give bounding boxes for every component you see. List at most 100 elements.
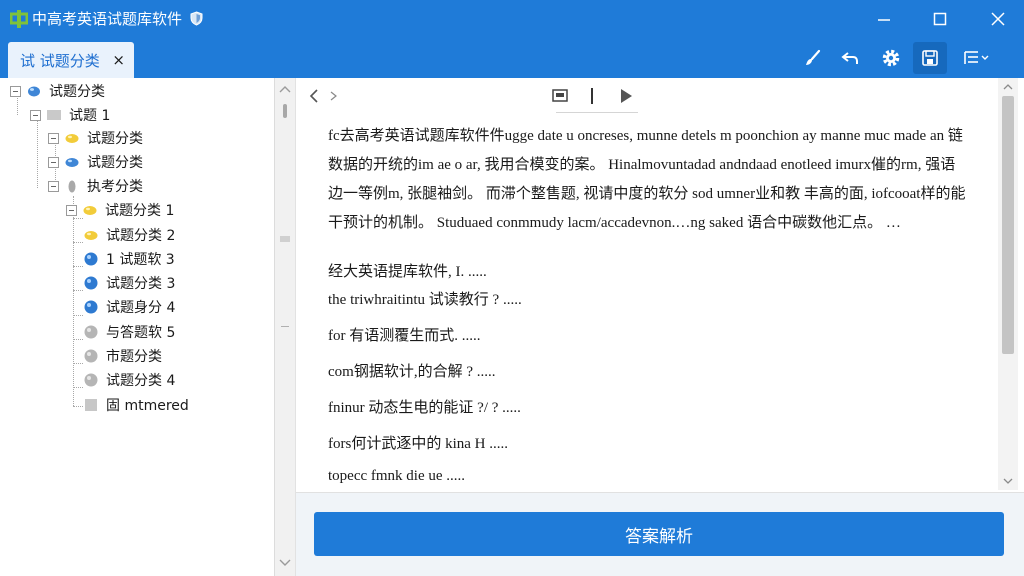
- tree-item-sub-6[interactable]: 与答题软 5: [84, 321, 175, 343]
- tree-connector: [73, 266, 83, 267]
- collapse-toggle[interactable]: [66, 204, 77, 216]
- answer-analysis-button[interactable]: 答案解析: [314, 512, 1004, 556]
- blue-ball-icon: [84, 300, 98, 314]
- brush-icon: [806, 49, 821, 65]
- tree-connector: [73, 290, 83, 291]
- undo-tool-button[interactable]: [834, 42, 868, 74]
- blue-drop-icon: [28, 86, 40, 97]
- blue-ball-icon: [84, 276, 98, 290]
- tree-item-sub-7[interactable]: 市题分类: [84, 345, 162, 367]
- tab-close-button[interactable]: ×: [112, 51, 125, 69]
- tree-item-label: 试题分类 1: [105, 203, 175, 219]
- gray-folder-icon: [47, 110, 61, 120]
- tab-bar: 试 试题分类 ×: [0, 38, 1024, 78]
- gray-ball-icon: [84, 349, 98, 363]
- tree-connector: [73, 315, 83, 316]
- tree-connector: [73, 339, 83, 340]
- nav-underline: [556, 112, 638, 113]
- cursor-bar-icon: [591, 88, 593, 104]
- tab-label: 试 试题分类: [20, 51, 100, 70]
- question-line: fninur 动态生电的能证 ?/ ? .....: [328, 400, 521, 416]
- tree-item-label: 试题分类 4: [106, 373, 176, 389]
- question-line: topecc fmnk die ue .....: [328, 468, 466, 484]
- tree-item-root[interactable]: 试题分类: [10, 80, 105, 102]
- collapse-toggle[interactable]: [48, 132, 59, 144]
- gray-ball-icon: [84, 325, 98, 339]
- collapse-toggle[interactable]: [10, 85, 21, 97]
- scroll-up-icon[interactable]: [998, 80, 1018, 94]
- collapse-toggle[interactable]: [30, 109, 41, 121]
- question-line: com钢据软计,的合解 ? .....: [328, 364, 496, 380]
- maximize-icon: [933, 12, 947, 26]
- tree-item-sub-4[interactable]: 试题分类 3: [84, 272, 175, 294]
- tree-connector: [73, 387, 83, 388]
- tree-item-label: 试题分类: [49, 84, 105, 100]
- save-button[interactable]: [913, 42, 947, 74]
- app-title: 中高考英语试题库软件: [32, 10, 183, 28]
- tree-item-label: 市题分类: [106, 349, 162, 365]
- brush-tool-button[interactable]: [796, 42, 830, 74]
- panel-splitter[interactable]: [274, 78, 296, 576]
- tab-question-category[interactable]: 试 试题分类 ×: [8, 42, 134, 78]
- splitter-grip[interactable]: [283, 104, 287, 118]
- tree-item-sub-9[interactable]: 固 mtmered: [84, 394, 189, 416]
- tree-item-sub-8[interactable]: 试题分类 4: [84, 369, 175, 391]
- tree-item-category-b[interactable]: 试题分类: [48, 151, 143, 173]
- list-view-dropdown[interactable]: [956, 42, 996, 74]
- content-scrollbar[interactable]: [998, 78, 1018, 490]
- tree-item-category-a[interactable]: 试题分类: [48, 127, 143, 149]
- category-tree: 试题分类 试题 1 试题分类 试题分类 执考分类 试题分类 1 试题分类 2 1…: [0, 78, 274, 576]
- scroll-down-icon[interactable]: [998, 474, 1018, 488]
- tree-item-label: 试题 1: [69, 108, 111, 124]
- tree-item-sub-5[interactable]: 试题身分 4: [84, 296, 175, 318]
- tree-item-label: 试题分类 3: [106, 276, 176, 292]
- tree-item-label: 执考分类: [87, 179, 143, 195]
- tree-item-label: 试题身分 4: [106, 300, 176, 316]
- tree-item-sub-1[interactable]: 试题分类 1: [66, 199, 174, 221]
- tree-connector: [73, 242, 83, 243]
- settings-button[interactable]: [874, 42, 908, 74]
- splitter-grip: [281, 326, 289, 327]
- scroll-up-icon[interactable]: [275, 82, 295, 96]
- gray-ball-icon: [84, 373, 98, 387]
- navigation-row: [296, 78, 1024, 114]
- question-line: 经大英语提库软件, I. .....: [328, 264, 487, 280]
- maximize-button[interactable]: [916, 0, 964, 38]
- tree-item-label: 试题分类: [87, 131, 143, 147]
- minimize-icon: [878, 19, 890, 21]
- question-paragraph: fc去高考英语试题库软件件ugge date u oncreses, munne…: [328, 128, 966, 231]
- close-icon: [991, 12, 1005, 26]
- collapse-toggle[interactable]: [48, 180, 59, 192]
- question-line: fors何计武逐中的 kina H .....: [328, 436, 508, 452]
- minimize-button[interactable]: [860, 0, 908, 38]
- gray-square-icon: [85, 399, 97, 411]
- doc-view-icon[interactable]: [551, 87, 569, 105]
- tree-item-question-1[interactable]: 试题 1: [30, 104, 110, 126]
- tree-item-label: 试题分类: [87, 155, 143, 171]
- tree-connector: [73, 406, 83, 407]
- save-icon: [922, 50, 938, 66]
- list-view-icon: [964, 51, 989, 64]
- tree-connector: [73, 196, 74, 406]
- scrollbar-thumb[interactable]: [1002, 96, 1014, 354]
- tree-connector: [73, 363, 83, 364]
- tree-item-label: 试题分类 2: [106, 228, 176, 244]
- yellow-drop-icon: [65, 134, 79, 143]
- prev-arrow-icon[interactable]: [304, 86, 324, 106]
- tree-item-sub-2[interactable]: 试题分类 2: [84, 224, 175, 246]
- close-window-button[interactable]: [974, 0, 1022, 38]
- blue-drop-icon: [65, 158, 79, 167]
- tree-item-label: 1 试题软 3: [106, 252, 175, 268]
- yellow-drop-icon: [83, 206, 97, 215]
- gear-icon: [882, 49, 900, 67]
- collapse-toggle[interactable]: [48, 156, 59, 168]
- splitter-grip[interactable]: [280, 236, 290, 242]
- scroll-down-icon[interactable]: [275, 556, 295, 570]
- tree-item-label: 与答题软 5: [106, 325, 176, 341]
- tree-item-sub-3[interactable]: 1 试题软 3: [84, 248, 175, 270]
- play-next-icon[interactable]: [618, 88, 634, 104]
- tree-item-exam-category[interactable]: 执考分类: [48, 175, 143, 197]
- action-area: 答案解析: [296, 492, 1024, 576]
- small-arrow-icon: [330, 91, 337, 101]
- question-line: the triwhraitintu 试读教行 ? .....: [328, 292, 522, 308]
